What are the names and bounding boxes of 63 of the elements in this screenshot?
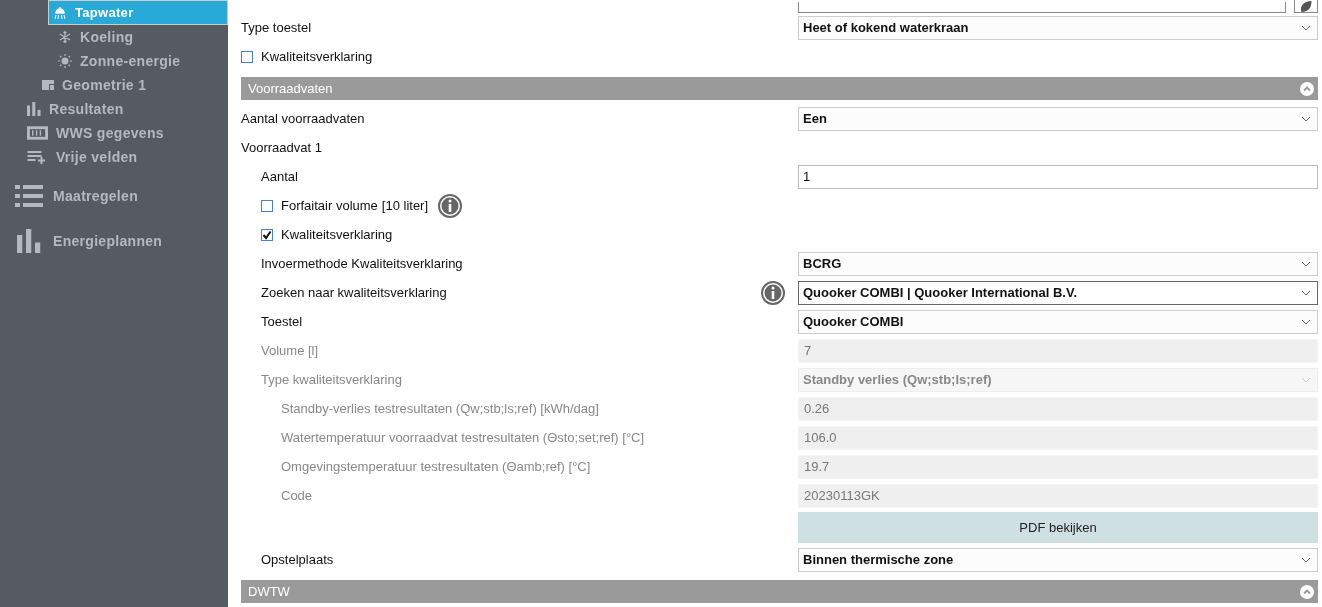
sidebar-item[interactable]: WWS gegevens [0, 121, 228, 145]
chevron-down-icon [1301, 24, 1311, 31]
sidebar-item[interactable]: Maatregelen [0, 175, 228, 217]
chevron-down-icon [1301, 115, 1311, 122]
field-label: Omgevingstemperatuur testresultaten (Θamb;ref) [°C] [281, 459, 591, 474]
field-label: Type kwaliteitsverklaring [261, 372, 402, 387]
shower-icon [53, 5, 67, 20]
pdf-button[interactable]: PDF bekijken [798, 512, 1318, 543]
sidebar-item[interactable]: Tapwater [48, 0, 228, 25]
chevron-down-icon [1301, 318, 1311, 325]
checkbox[interactable] [261, 228, 273, 241]
list-add-icon [27, 150, 48, 164]
field-label: Watertemperatuur voorraadvat testresultaten (Θsto;set;ref) [°C] [281, 430, 645, 445]
checkbox-label: Forfaitair volume [281, 198, 378, 213]
field-label: Invoermethode Kwaliteitsverklaring [261, 256, 463, 271]
checkbox-label: Kwaliteitsverklaring [281, 227, 393, 242]
sidebar-item[interactable]: Resultaten [0, 97, 228, 121]
info-icon[interactable] [761, 280, 785, 305]
field-label: Aantal voorraadvaten [241, 111, 365, 126]
field-label: Zoeken naar kwaliteitsverklaring [261, 285, 447, 300]
checkbox-label: Kwaliteitsverklaring [261, 49, 373, 64]
dropdown[interactable]: Binnen thermische zone [798, 547, 1318, 572]
field-label: Code [281, 488, 313, 503]
unit-label: [10 liter] [381, 198, 429, 213]
list-icon [15, 184, 43, 208]
dropdown[interactable]: BCRG [798, 251, 1318, 276]
checkbox[interactable] [241, 50, 253, 63]
sidebar-item[interactable]: Zonne-energie [48, 49, 228, 73]
sidebar-item[interactable]: Vrije velden [0, 145, 228, 169]
snowflake-icon [58, 30, 72, 44]
sun-icon [58, 54, 72, 68]
dropdown[interactable]: Heet of kokend waterkraan [798, 15, 1318, 40]
checkbox[interactable] [261, 199, 273, 212]
sidebar-item[interactable]: Geometrie 1 [0, 73, 228, 97]
info-icon[interactable] [438, 193, 463, 218]
collapse-icon[interactable] [1300, 81, 1314, 96]
bar-chart-icon [27, 102, 41, 116]
field-label: Aantal [261, 169, 298, 184]
field-label: Volume [l] [261, 343, 319, 358]
sidebar-item[interactable]: Koeling [48, 25, 228, 49]
chevron-down-icon [1301, 556, 1311, 563]
bar-chart-icon [15, 229, 43, 253]
field-label: Toestel [261, 314, 303, 329]
sidebar-item[interactable]: Energieplannen [0, 217, 228, 265]
dropdown[interactable]: Een [798, 106, 1318, 131]
dropdown[interactable]: Quooker COMBI [798, 309, 1318, 334]
chevron-down-icon [1301, 260, 1311, 267]
section-header[interactable]: DWTW [241, 580, 1318, 603]
leaf-button[interactable] [1294, 0, 1318, 13]
section-header[interactable]: Voorraadvaten [241, 77, 1318, 100]
leaf-icon [1299, 1, 1313, 12]
collapse-icon[interactable] [1300, 584, 1314, 599]
input-field[interactable] [798, 2, 1286, 13]
field-label: Type toestel [241, 20, 312, 35]
floorplan-icon [42, 80, 54, 90]
field-label: Standby-verlies testresultaten (Qw;stb;ls;ref) [kWh/dag] [281, 401, 599, 416]
field-label: Opstelplaats [261, 552, 334, 567]
panel-icon [27, 126, 48, 140]
dropdown[interactable]: Quooker COMBI | Quooker International B.V. [798, 280, 1318, 305]
chevron-down-icon [1301, 376, 1311, 383]
field-label: Voorraadvat 1 [241, 140, 322, 155]
chevron-down-icon [1301, 289, 1311, 296]
input-field[interactable]: 1 [798, 164, 1318, 189]
